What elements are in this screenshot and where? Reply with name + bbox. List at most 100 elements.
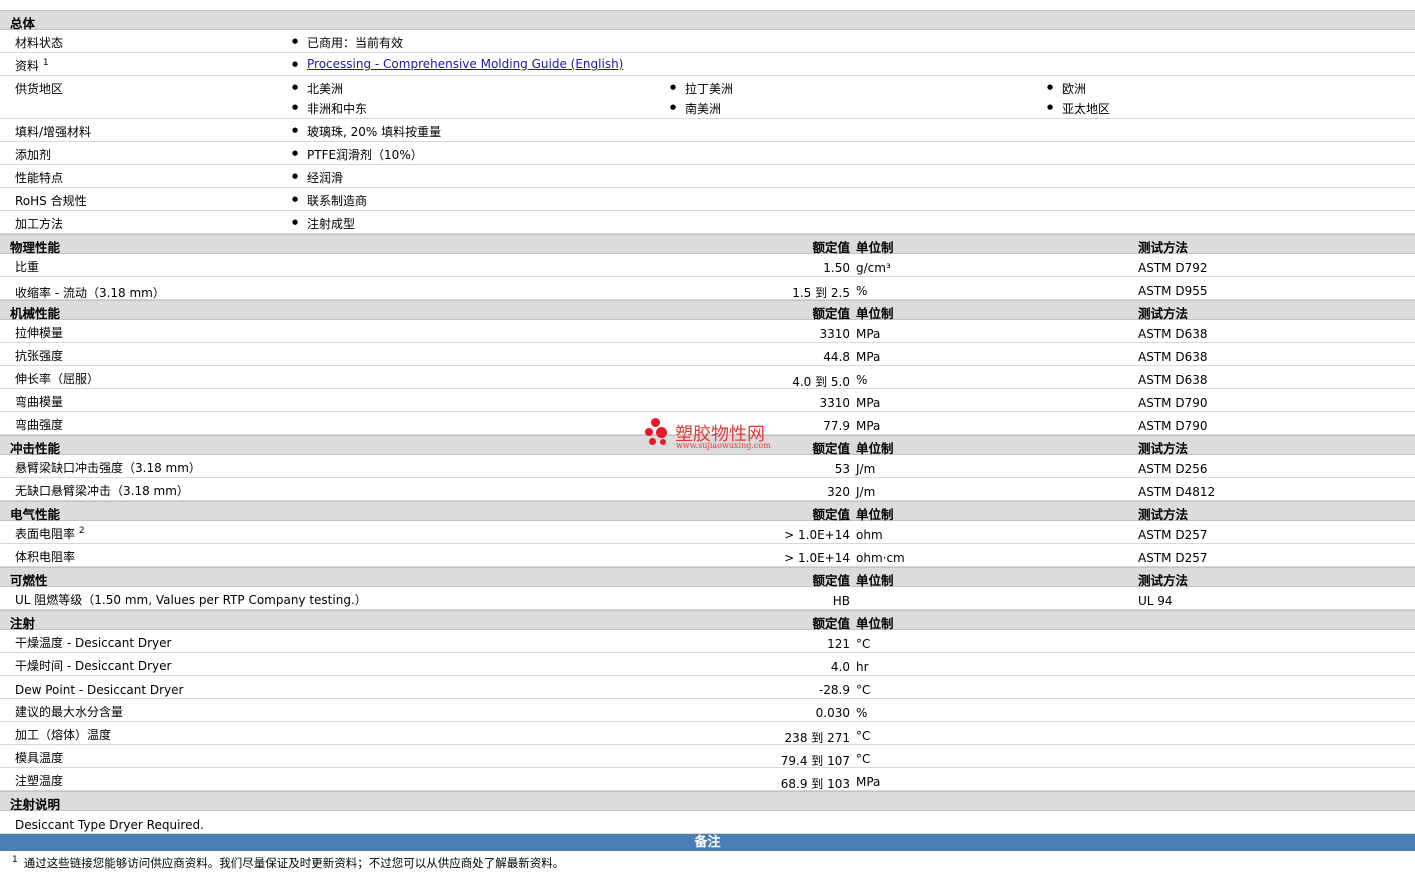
row-unit: g/cm³ (856, 261, 891, 275)
row-unit: % (856, 284, 868, 298)
region-item: 拉丁美洲 (670, 80, 733, 97)
row-rohs: RoHS 合规性 联系制造商 (0, 188, 1415, 211)
row-label: 收缩率 - 流动（3.18 mm） (15, 286, 165, 300)
section-injection-notes: 注射说明 (0, 791, 1415, 812)
row-unit: % (856, 706, 868, 720)
row-value: > 1.0E+14 (784, 551, 850, 565)
table-row: 建议的最大水分含量 0.030 % (0, 699, 1415, 722)
remarks-bar: 备注 (0, 834, 1415, 851)
row-unit: MPa (856, 350, 881, 364)
row-label: 加工方法 (15, 217, 64, 231)
region-item: 北美洲 (292, 80, 343, 97)
row-value: 3310 (819, 327, 850, 341)
row-features: 性能特点 经润滑 (0, 165, 1415, 188)
row-value: 已商用：当前有效 (292, 34, 403, 51)
table-row: 模具温度 79.4 到 107 °C (0, 745, 1415, 768)
footnote: 1 通过这些链接您能够访问供应商资料。我们尽量保证及时更新资料；不过您可以从供应商… (0, 851, 1415, 881)
table-row: 伸长率（屈服） 4.0 到 5.0 % ASTM D638 (0, 366, 1415, 389)
row-value: 121 (827, 637, 850, 651)
row-method: ASTM D638 (1138, 327, 1208, 341)
row-unit: J/m (856, 462, 876, 476)
row-method: ASTM D257 (1138, 528, 1208, 542)
section-general: 总体 (0, 10, 1415, 31)
region-item: 欧洲 (1047, 80, 1086, 97)
row-documents: 资料 1 Processing - Comprehensive Molding … (0, 53, 1415, 76)
row-unit: J/m (856, 485, 876, 499)
row-label: 干燥时间 - Desiccant Dryer (15, 659, 172, 673)
row-label: 注塑温度 (15, 774, 64, 788)
row-value: 注射成型 (292, 215, 355, 232)
section-electrical: 电气性能 额定值 单位制 测试方法 (0, 501, 1415, 522)
row-value: -28.9 (818, 683, 850, 697)
notes-text: Desiccant Type Dryer Required. (15, 818, 204, 832)
row-label: 伸长率（屈服） (15, 372, 100, 386)
row-method: ASTM D256 (1138, 462, 1208, 476)
doc-link-item: Processing - Comprehensive Molding Guide… (292, 57, 623, 71)
row-value: 玻璃珠, 20% 填料按重量 (292, 123, 441, 140)
section-mechanical: 机械性能 额定值 单位制 测试方法 (0, 300, 1415, 321)
row-unit: ohm·cm (856, 551, 905, 565)
row-value: 53 (834, 462, 850, 476)
row-value: 77.9 (823, 419, 850, 433)
table-row: 干燥温度 - Desiccant Dryer 121 °C (0, 630, 1415, 653)
watermark-url: www.sujiaowuxing.com (676, 441, 771, 450)
table-row: 抗张强度 44.8 MPa ASTM D638 (0, 343, 1415, 366)
row-regions: 供货地区 北美洲 拉丁美洲 欧洲 非洲和中东 南美洲 亚太地区 (0, 76, 1415, 119)
row-value: 联系制造商 (292, 192, 367, 209)
row-filler: 填料/增强材料 玻璃珠, 20% 填料按重量 (0, 119, 1415, 142)
row-unit: % (856, 373, 868, 387)
row-unit: hr (856, 660, 869, 674)
row-label: 无缺口悬臂梁冲击（3.18 mm） (15, 484, 189, 498)
row-unit: MPa (856, 419, 881, 433)
row-method: ASTM D638 (1138, 373, 1208, 387)
row-unit: ohm (856, 528, 883, 542)
row-label: 材料状态 (15, 36, 64, 50)
row-value: 1.50 (823, 261, 850, 275)
row-value: 44.8 (823, 350, 850, 364)
row-method: ASTM D790 (1138, 419, 1208, 433)
region-item: 亚太地区 (1047, 100, 1110, 117)
row-label: 性能特点 (15, 171, 64, 185)
row-method: ASTM D4812 (1138, 485, 1216, 499)
row-method: ASTM D790 (1138, 396, 1208, 410)
table-row: 加工（熔体）温度 238 到 271 °C (0, 722, 1415, 745)
row-processing: 加工方法 注射成型 (0, 211, 1415, 234)
row-label: 比重 (15, 260, 40, 274)
section-physical: 物理性能 额定值 单位制 测试方法 (0, 234, 1415, 255)
row-label: 资料 1 (15, 58, 49, 74)
row-value: 238 到 271 (784, 731, 850, 745)
row-label: 供货地区 (15, 82, 64, 96)
row-label: 弯曲模量 (15, 395, 64, 409)
row-label: 填料/增强材料 (15, 125, 92, 139)
row-method: ASTM D638 (1138, 350, 1208, 364)
row-value: > 1.0E+14 (784, 528, 850, 542)
row-value: 4.0 到 5.0 (792, 375, 850, 389)
watermark-logo: 塑胶物性网 www.sujiaowuxing.com (645, 418, 785, 452)
table-row: 注塑温度 68.9 到 103 MPa (0, 768, 1415, 791)
processing-guide-link[interactable]: Processing - Comprehensive Molding Guide… (307, 57, 623, 71)
row-label: RoHS 合规性 (15, 194, 87, 208)
row-label: 弯曲强度 (15, 418, 64, 432)
row-method: ASTM D792 (1138, 261, 1208, 275)
row-label: 模具温度 (15, 751, 64, 765)
row-value: PTFE润滑剂（10%） (292, 146, 423, 163)
row-additive: 添加剂 PTFE润滑剂（10%） (0, 142, 1415, 165)
row-unit: °C (856, 752, 871, 766)
row-label: 表面电阻率 2 (15, 526, 85, 542)
row-label: Dew Point - Desiccant Dryer (15, 683, 184, 697)
row-label: 加工（熔体）温度 (15, 728, 112, 742)
notes-row: Desiccant Type Dryer Required. (0, 811, 1415, 834)
row-label: 悬臂梁缺口冲击强度（3.18 mm） (15, 461, 201, 475)
section-flammability: 可燃性 额定值 单位制 测试方法 (0, 567, 1415, 588)
region-item: 非洲和中东 (292, 100, 367, 117)
row-value: 经润滑 (292, 169, 343, 186)
table-row: 无缺口悬臂梁冲击（3.18 mm） 320 J/m ASTM D4812 (0, 478, 1415, 501)
row-label: 干燥温度 - Desiccant Dryer (15, 636, 172, 650)
table-row: UL 阻燃等级（1.50 mm, Values per RTP Company … (0, 587, 1415, 610)
row-unit: °C (856, 729, 871, 743)
row-material-status: 材料状态 已商用：当前有效 (0, 30, 1415, 53)
row-value: 79.4 到 107 (780, 754, 850, 768)
row-label: 抗张强度 (15, 349, 64, 363)
row-method: ASTM D955 (1138, 284, 1208, 298)
row-label: 添加剂 (15, 148, 52, 162)
